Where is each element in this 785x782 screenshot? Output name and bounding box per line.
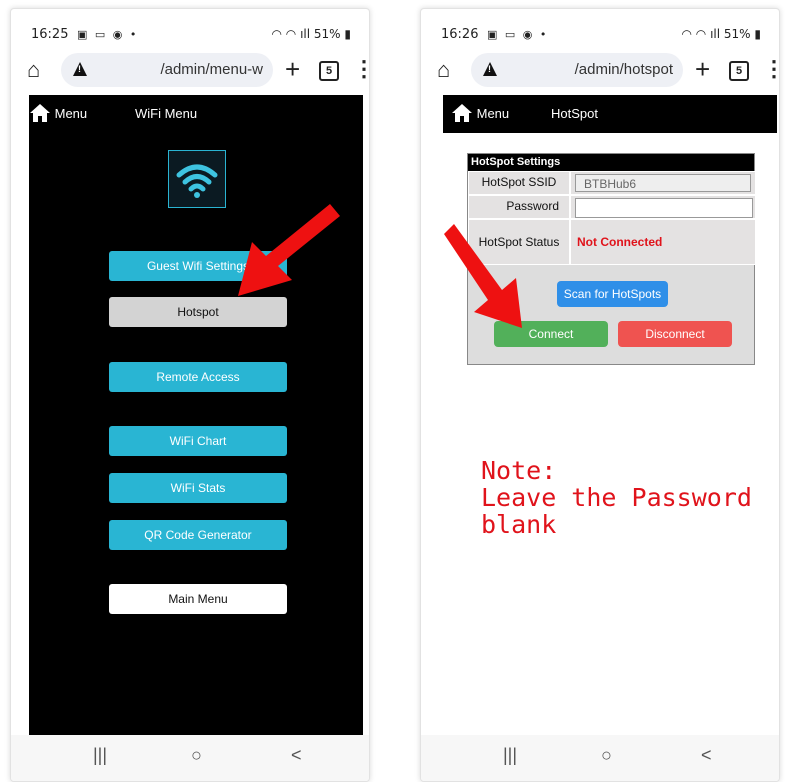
warning-mark: ! — [488, 64, 491, 74]
scan-hotspots-button[interactable]: Scan for HotSpots — [557, 281, 668, 307]
url-text: /admin/menu-w — [160, 61, 263, 78]
ssid-field[interactable]: BTBHub6 — [575, 174, 751, 192]
menu-link-label: Menu — [476, 106, 510, 121]
url-text: /admin/hotspot — [574, 61, 673, 78]
android-nav-bar: ||| ○ < — [421, 735, 779, 781]
menu-link[interactable]: Menu — [451, 103, 509, 123]
tab-switcher-icon[interactable]: 5 — [319, 61, 339, 81]
browser-toolbar: ⌂ ! /admin/hotspot + 5 ⋮ — [437, 53, 779, 87]
notification-icons: ▣ ▭ ◉ • — [77, 28, 139, 41]
ssid-label: HotSpot SSID — [468, 171, 570, 195]
recents-icon[interactable]: ||| — [93, 745, 107, 766]
red-arrow-icon — [444, 224, 522, 328]
home-icon[interactable]: ⌂ — [27, 57, 51, 83]
status-bar: 16:26 ▣ ▭ ◉ • ◠ ◠ ıll 51% ▮ — [441, 27, 761, 47]
android-nav-bar: ||| ○ < — [11, 735, 369, 781]
note-title: Note: — [481, 456, 557, 485]
password-field[interactable] — [575, 198, 753, 218]
warning-mark: ! — [78, 64, 81, 74]
home-nav-icon[interactable]: ○ — [601, 745, 612, 766]
battery-percent: 51% — [723, 27, 751, 41]
status-cell: Not Connected — [570, 219, 756, 265]
back-icon[interactable]: < — [291, 745, 302, 766]
status-time: 16:26 — [441, 27, 479, 42]
disconnect-button[interactable]: Disconnect — [618, 321, 732, 347]
status-bar: 16:25 ▣ ▭ ◉ • ◠ ◠ ıll 51% ▮ — [31, 27, 351, 47]
back-icon[interactable]: < — [701, 745, 712, 766]
wifi-signal-icon — [176, 164, 218, 198]
house-icon — [30, 104, 50, 122]
wifi-menu-page: Menu WiFi Menu Guest Wifi Settings Hotsp… — [29, 95, 363, 735]
page-title: WiFi Menu — [135, 106, 198, 121]
red-arrow-icon — [238, 204, 340, 296]
signal-icons: ◠ ◠ ıll — [271, 27, 314, 41]
browser-toolbar: ⌂ ! /admin/menu-w + 5 ⋮ — [27, 53, 369, 87]
signal-icons: ◠ ◠ ıll — [681, 27, 724, 41]
main-menu-button[interactable]: Main Menu — [109, 584, 287, 614]
qr-code-generator-button[interactable]: QR Code Generator — [109, 520, 287, 550]
wifi-logo-icon — [168, 150, 226, 208]
tab-switcher-icon[interactable]: 5 — [729, 61, 749, 81]
password-note: Note: Leave the Password blank — [481, 457, 777, 538]
address-bar[interactable]: ! /admin/hotspot — [471, 53, 683, 87]
menu-link[interactable]: Menu — [29, 103, 87, 123]
page-title: HotSpot — [551, 106, 598, 121]
house-icon — [452, 104, 472, 122]
menu-link-label: Menu — [54, 106, 88, 121]
battery-status: ◠ ◠ ıll 51% ▮ — [272, 27, 351, 41]
ssid-cell: BTBHub6 — [570, 171, 756, 195]
address-bar[interactable]: ! /admin/menu-w — [61, 53, 273, 87]
page-header: Menu WiFi Menu — [29, 95, 363, 133]
remote-access-button[interactable]: Remote Access — [109, 362, 287, 392]
password-label: Password — [468, 195, 570, 219]
battery-status: ◠ ◠ ıll 51% ▮ — [682, 27, 761, 41]
settings-heading: HotSpot Settings — [468, 154, 754, 171]
hotspot-page: Menu HotSpot HotSpot Settings HotSpot SS… — [443, 95, 777, 735]
status-value: Not Connected — [577, 235, 663, 249]
wifi-stats-button[interactable]: WiFi Stats — [109, 473, 287, 503]
new-tab-icon[interactable]: + — [695, 55, 710, 83]
more-options-icon[interactable]: ⋮ — [763, 55, 779, 83]
battery-percent: 51% — [313, 27, 341, 41]
note-body: Leave the Password blank — [481, 483, 752, 539]
battery-icon: ▮ — [340, 27, 351, 41]
battery-icon: ▮ — [750, 27, 761, 41]
left-phone-screenshot: 16:25 ▣ ▭ ◉ • ◠ ◠ ıll 51% ▮ ⌂ ! /admin/m… — [10, 8, 370, 782]
status-time: 16:25 — [31, 27, 69, 42]
more-options-icon[interactable]: ⋮ — [353, 55, 369, 83]
page-header: Menu HotSpot — [443, 95, 777, 133]
home-icon[interactable]: ⌂ — [437, 57, 461, 83]
right-phone-screenshot: 16:26 ▣ ▭ ◉ • ◠ ◠ ıll 51% ▮ ⌂ ! /admin/h… — [420, 8, 780, 782]
wifi-chart-button[interactable]: WiFi Chart — [109, 426, 287, 456]
new-tab-icon[interactable]: + — [285, 55, 300, 83]
notification-icons: ▣ ▭ ◉ • — [487, 28, 549, 41]
home-nav-icon[interactable]: ○ — [191, 745, 202, 766]
recents-icon[interactable]: ||| — [503, 745, 517, 766]
password-cell — [570, 195, 756, 219]
